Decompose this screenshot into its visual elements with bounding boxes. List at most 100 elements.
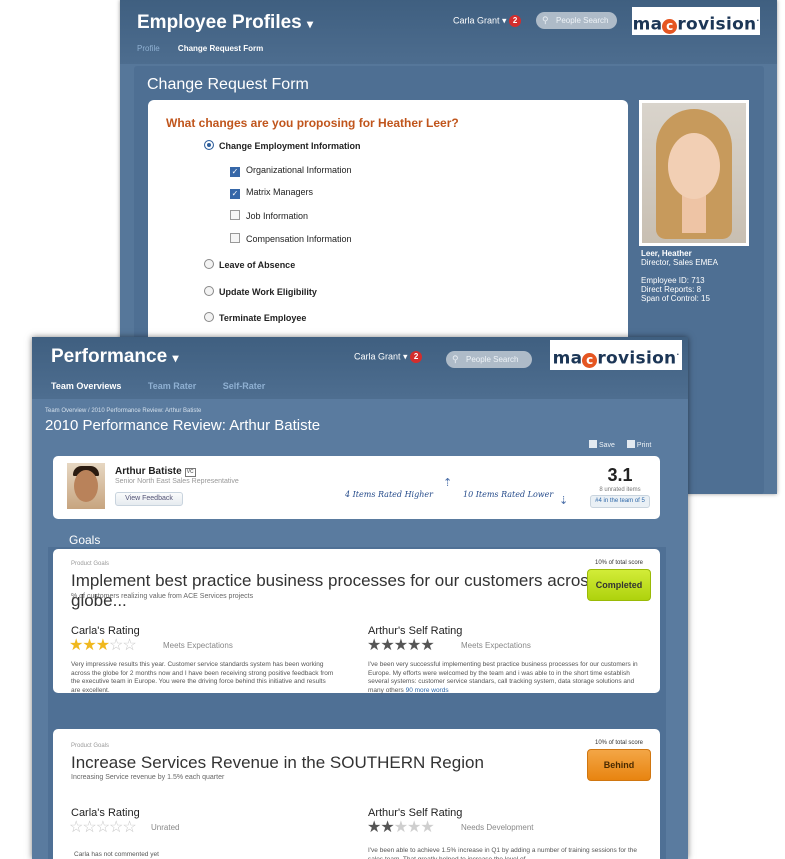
checkbox-icon	[230, 210, 240, 220]
arrow-up-icon: ⇡	[443, 477, 453, 489]
goal-weight: 10% of total score	[594, 560, 644, 566]
goal-subtitle: Increasing Service revenue by 1.5% each …	[71, 774, 225, 781]
self-stars: ★★★★★	[367, 637, 435, 654]
profiles-app-title[interactable]: Employee Profiles ▾	[137, 12, 313, 34]
save-button[interactable]: Save	[589, 440, 615, 449]
star-filled-icon: ★	[367, 637, 381, 654]
nav-change-request[interactable]: Change Request Form	[178, 44, 263, 53]
search-placeholder: People Search	[556, 16, 609, 25]
vcard-icon[interactable]: VC	[184, 468, 196, 477]
goal-card: Product Goals Implement best practice bu…	[53, 549, 660, 694]
page-title: 2010 Performance Review: Arthur Batiste	[45, 417, 321, 434]
employee-photo	[639, 100, 749, 246]
employee-title: Director, Sales EMEA	[641, 258, 718, 267]
span-of-control: Span of Control: 15	[641, 294, 710, 303]
goal-card: Product Goals Increase Services Revenue …	[53, 729, 660, 859]
people-search-input[interactable]: ⚲ People Search	[446, 351, 532, 368]
checkbox-matrix[interactable]: ✓ Matrix Managers	[230, 187, 313, 199]
star-empty-icon[interactable]: ☆	[109, 819, 123, 836]
manager-rating-heading: Carla's Rating	[71, 807, 140, 819]
star-empty-icon[interactable]: ☆	[122, 637, 136, 654]
direct-reports: Direct Reports: 8	[641, 285, 702, 294]
view-feedback-button[interactable]: View Feedback	[115, 492, 183, 506]
macrovision-logo: ma c rovision·	[550, 340, 682, 370]
goal-title[interactable]: Implement best practice business process…	[71, 571, 660, 611]
star-filled-icon: ★	[380, 819, 394, 836]
avatar	[67, 463, 105, 509]
performance-app-title[interactable]: Performance ▾	[51, 346, 178, 368]
arrow-down-icon: ⇣	[559, 495, 569, 507]
manager-stars-label: Meets Expectations	[163, 641, 233, 650]
employee-summary-card: Arthur Batiste VC Senior North East Sales…	[53, 456, 660, 519]
chevron-down-icon: ▾	[307, 17, 314, 31]
star-empty-icon[interactable]: ☆	[122, 819, 136, 836]
employee-id: Employee ID: 713	[641, 276, 705, 285]
unrated-count: 8 unrated items	[599, 487, 641, 493]
nav-profile[interactable]: Profile	[137, 44, 160, 53]
floppy-icon	[589, 440, 597, 448]
self-rating-heading: Arthur's Self Rating	[368, 625, 463, 637]
radio-change-employment[interactable]: Change Employment Information	[204, 140, 361, 151]
star-filled-icon[interactable]: ★	[96, 637, 110, 654]
checkbox-compensation[interactable]: Compensation Information	[230, 233, 352, 244]
star-empty-icon[interactable]: ☆	[109, 637, 123, 654]
manager-stars-label: Unrated	[151, 823, 180, 832]
star-empty-icon: ★	[393, 819, 408, 836]
manager-stars[interactable]: ☆☆☆☆☆	[69, 819, 137, 836]
goal-category: Product Goals	[71, 743, 110, 749]
manager-comment: Carla has not commented yet	[74, 851, 159, 858]
more-words-link[interactable]: 90 more words	[406, 687, 449, 694]
employee-info: Leer, Heather Director, Sales EMEA Emplo…	[641, 249, 718, 303]
chevron-down-icon: ▾	[403, 351, 408, 362]
tab-team-rater[interactable]: Team Rater	[148, 381, 196, 391]
score-value: 3.1	[607, 465, 633, 485]
radio-terminate[interactable]: Terminate Employee	[204, 312, 306, 323]
star-empty-icon: ★	[420, 819, 434, 836]
tab-self-rater[interactable]: Self-Rater	[223, 381, 266, 391]
notification-badge[interactable]: 2	[410, 351, 423, 363]
manager-stars[interactable]: ★★★☆☆	[69, 637, 137, 654]
user-name: Carla Grant	[354, 351, 401, 362]
profiles-nav: Profile Change Request Form	[137, 44, 279, 53]
search-icon: ⚲	[452, 354, 459, 364]
toolbar: Save Print	[589, 440, 651, 449]
star-empty-icon[interactable]: ☆	[82, 819, 96, 836]
checkbox-icon	[230, 233, 240, 243]
star-empty-icon[interactable]: ☆	[69, 819, 83, 836]
notification-badge[interactable]: 2	[509, 15, 522, 27]
employee-name: Leer, Heather	[641, 249, 692, 258]
breadcrumb[interactable]: Team Overview / 2010 Performance Review:…	[45, 408, 201, 414]
star-filled-icon: ★	[407, 637, 421, 654]
macrovision-logo: ma c rovision·	[632, 7, 760, 35]
tab-team-overviews[interactable]: Team Overviews	[51, 381, 121, 391]
print-button[interactable]: Print	[626, 440, 651, 449]
star-filled-icon: ★	[393, 637, 408, 654]
goal-title[interactable]: Increase Services Revenue in the SOUTHER…	[71, 753, 484, 773]
performance-tabs: Team Overviews Team Rater Self-Rater	[51, 381, 289, 391]
star-filled-icon[interactable]: ★	[69, 637, 83, 654]
people-search-input[interactable]: ⚲ People Search	[536, 12, 617, 29]
checkbox-organizational[interactable]: ✓ Organizational Information	[230, 165, 352, 177]
performance-title-text: Performance	[51, 346, 168, 367]
user-name: Carla Grant	[453, 15, 500, 26]
chevron-down-icon: ▾	[502, 15, 507, 26]
page-title: Change Request Form	[147, 76, 309, 93]
overall-score: 3.1 8 unrated items #4 in the team of 5	[590, 465, 650, 508]
performance-user-menu[interactable]: Carla Grant ▾ 2	[354, 351, 423, 363]
radio-eligibility[interactable]: Update Work Eligibility	[204, 286, 317, 297]
star-empty-icon[interactable]: ☆	[96, 819, 110, 836]
self-comment: I've been able to achieve 1.5% increase …	[368, 847, 637, 859]
performance-window: Performance ▾ Carla Grant ▾ 2 ⚲ People S…	[32, 337, 688, 859]
star-filled-icon[interactable]: ★	[82, 637, 96, 654]
checkbox-job[interactable]: Job Information	[230, 210, 308, 221]
status-badge[interactable]: Behind	[587, 749, 651, 781]
team-rank[interactable]: #4 in the team of 5	[590, 495, 650, 508]
self-rating-heading: Arthur's Self Rating	[368, 807, 463, 819]
change-request-form: What changes are you proposing for Heath…	[148, 100, 628, 350]
profiles-title-text: Employee Profiles	[137, 12, 302, 33]
status-badge[interactable]: Completed	[587, 569, 651, 601]
radio-selected-icon	[204, 140, 214, 150]
goal-weight: 10% of total score	[594, 740, 644, 746]
profiles-user-menu[interactable]: Carla Grant ▾ 2	[453, 15, 522, 27]
radio-leave[interactable]: Leave of Absence	[204, 259, 295, 270]
